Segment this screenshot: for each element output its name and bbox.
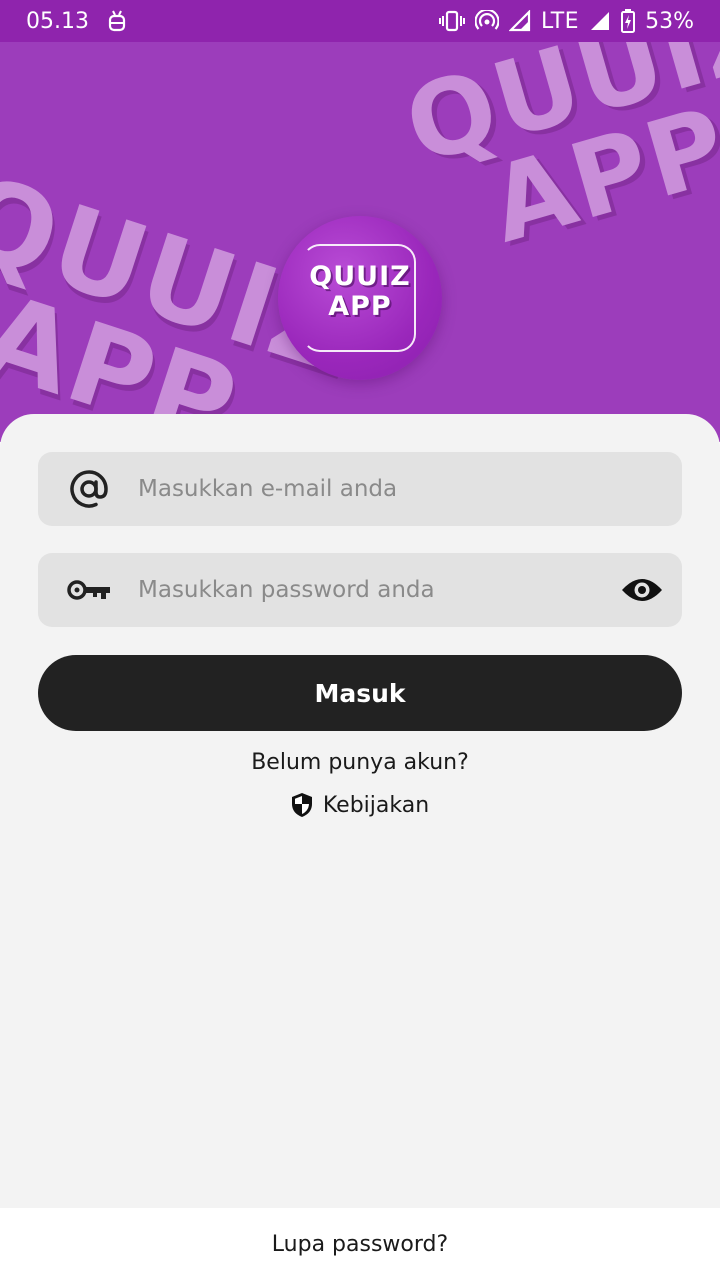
login-button[interactable]: Masuk bbox=[38, 655, 682, 731]
login-card: Masuk Belum punya akun? Kebijakan bbox=[0, 414, 720, 1208]
password-field[interactable] bbox=[38, 553, 682, 627]
battery-percent: 53% bbox=[645, 8, 694, 34]
signal-icon bbox=[509, 10, 531, 32]
status-time: 05.13 bbox=[26, 8, 89, 34]
signal-icon bbox=[589, 10, 611, 32]
at-sign-icon bbox=[66, 466, 112, 512]
forgot-password-link[interactable]: Lupa password? bbox=[272, 1232, 448, 1257]
signup-link[interactable]: Belum punya akun? bbox=[0, 750, 720, 775]
app-logo: QUUIZ APP bbox=[278, 216, 442, 380]
background-logo-text: QUUIZ APP bbox=[393, 42, 720, 272]
android-debug-icon bbox=[107, 9, 127, 33]
vibrate-icon bbox=[439, 10, 466, 32]
network-type: LTE bbox=[541, 8, 580, 34]
status-left: 05.13 bbox=[26, 9, 127, 34]
battery-charging-icon bbox=[621, 9, 636, 33]
status-bar: 05.13 LTE 53% bbox=[0, 0, 720, 42]
email-input[interactable] bbox=[138, 452, 618, 526]
logo-text-line: APP bbox=[328, 291, 392, 322]
key-icon bbox=[66, 567, 112, 613]
status-right: LTE 53% bbox=[439, 9, 694, 34]
logo-text-line: QUUIZ bbox=[309, 261, 411, 292]
password-input[interactable] bbox=[138, 553, 618, 627]
email-field[interactable] bbox=[38, 452, 682, 526]
bottom-bar: Lupa password? bbox=[0, 1208, 720, 1280]
policy-label: Kebijakan bbox=[322, 792, 430, 818]
logo-text: QUUIZ APP bbox=[278, 262, 442, 322]
policy-link[interactable]: Kebijakan bbox=[0, 792, 720, 818]
eye-icon[interactable] bbox=[620, 568, 664, 612]
hotspot-icon bbox=[475, 10, 500, 32]
shield-icon bbox=[291, 792, 313, 818]
login-screen: 05.13 LTE 53% QUUIZ APP QUUIZ APP QUUIZ … bbox=[0, 0, 720, 1280]
